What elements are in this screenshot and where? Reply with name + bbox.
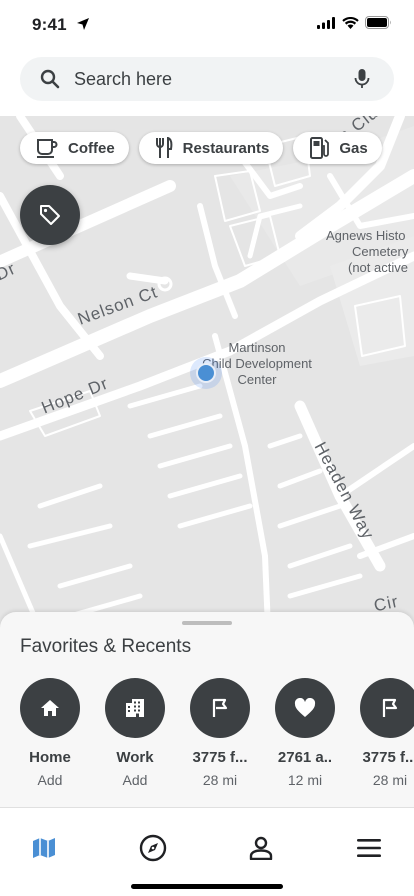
favorite-sub: Add bbox=[122, 772, 148, 788]
search-input[interactable]: Search here bbox=[74, 69, 172, 90]
menu-icon bbox=[357, 839, 381, 857]
favorite-label: Home bbox=[29, 749, 71, 766]
chip-label: Restaurants bbox=[182, 139, 270, 157]
sheet-drag-handle[interactable] bbox=[182, 621, 232, 625]
saved-places-button[interactable] bbox=[20, 185, 80, 245]
favorite-recent-1[interactable]: 3775 f... 28 mi bbox=[190, 678, 250, 788]
favorite-icon-circle bbox=[360, 678, 414, 738]
map-view[interactable]: Nelson Ct Hope Dr Headen Way Vista Club … bbox=[0, 116, 414, 676]
favorite-home[interactable]: Home Add bbox=[20, 678, 80, 788]
home-indicator[interactable] bbox=[131, 884, 283, 889]
favorite-work[interactable]: Work Add bbox=[105, 678, 165, 788]
wifi-icon bbox=[342, 16, 359, 29]
coffee-icon bbox=[37, 139, 58, 158]
favorite-icon-circle bbox=[275, 678, 335, 738]
favorite-sub: 28 mi bbox=[202, 772, 238, 788]
favorite-recent-2[interactable]: 2761 a.. 12 mi bbox=[275, 678, 335, 788]
status-icons bbox=[317, 16, 392, 29]
status-bar: 9:41 bbox=[0, 0, 414, 50]
restaurant-icon bbox=[155, 137, 173, 158]
flag-icon bbox=[212, 698, 228, 717]
favorite-icon-circle bbox=[190, 678, 250, 738]
favorite-label: 3775 f... bbox=[362, 749, 414, 766]
location-arrow-icon bbox=[77, 18, 89, 30]
chip-label: Gas bbox=[339, 139, 368, 157]
favorite-label: Work bbox=[116, 749, 154, 766]
favorite-recent-3[interactable]: 3775 f... 28 mi bbox=[360, 678, 414, 788]
map-icon bbox=[33, 838, 55, 858]
favorite-label: 3775 f... bbox=[192, 749, 248, 766]
sheet-title: Favorites & Recents bbox=[20, 636, 192, 657]
chip-gas[interactable]: Gas bbox=[293, 132, 382, 164]
battery-icon bbox=[365, 16, 391, 29]
search-icon bbox=[40, 69, 60, 89]
nav-profile[interactable] bbox=[247, 834, 275, 862]
search-area: Search here bbox=[0, 50, 414, 116]
chip-label: Coffee bbox=[68, 139, 115, 157]
favorite-icon-circle bbox=[105, 678, 165, 738]
poi-martinson-line: Martinson bbox=[228, 340, 286, 355]
favorites-list: Home Add Work Add 3775 f... 28 mi 2761 a… bbox=[20, 678, 414, 788]
chip-restaurants[interactable]: Restaurants bbox=[138, 132, 284, 164]
favorites-sheet[interactable]: Favorites & Recents Home Add Work Add 37… bbox=[0, 612, 414, 807]
tag-icon bbox=[40, 205, 60, 225]
category-chips: Coffee Restaurants Gas bbox=[20, 132, 382, 164]
current-location-dot[interactable] bbox=[196, 363, 216, 383]
gas-station-icon bbox=[310, 137, 330, 159]
poi-agnews-line: Cemetery bbox=[352, 244, 409, 259]
favorite-sub: 28 mi bbox=[372, 772, 408, 788]
compass-icon bbox=[139, 834, 167, 862]
home-icon bbox=[41, 700, 59, 716]
poi-agnews-line: Agnews Histo bbox=[326, 228, 406, 243]
favorite-label: 2761 a.. bbox=[277, 749, 333, 766]
profile-icon bbox=[249, 836, 273, 860]
cellular-signal-icon bbox=[317, 16, 335, 29]
flag-icon bbox=[382, 698, 398, 717]
poi-agnews-cemetery[interactable]: Agnews Histo Cemetery (not active bbox=[326, 228, 414, 276]
favorite-sub: Add bbox=[37, 772, 63, 788]
poi-agnews-line: (not active bbox=[348, 260, 408, 275]
heart-icon bbox=[294, 698, 316, 717]
status-time: 9:41 bbox=[32, 15, 67, 34]
nav-menu[interactable] bbox=[355, 834, 383, 862]
chip-coffee[interactable]: Coffee bbox=[20, 132, 129, 164]
favorite-sub: 12 mi bbox=[287, 772, 323, 788]
search-bar[interactable]: Search here bbox=[20, 57, 394, 101]
bottom-navigation bbox=[0, 807, 414, 896]
nav-explore[interactable] bbox=[139, 834, 167, 862]
favorite-icon-circle bbox=[20, 678, 80, 738]
microphone-icon[interactable] bbox=[354, 68, 370, 90]
nav-map[interactable] bbox=[30, 834, 58, 862]
building-icon bbox=[126, 699, 144, 717]
